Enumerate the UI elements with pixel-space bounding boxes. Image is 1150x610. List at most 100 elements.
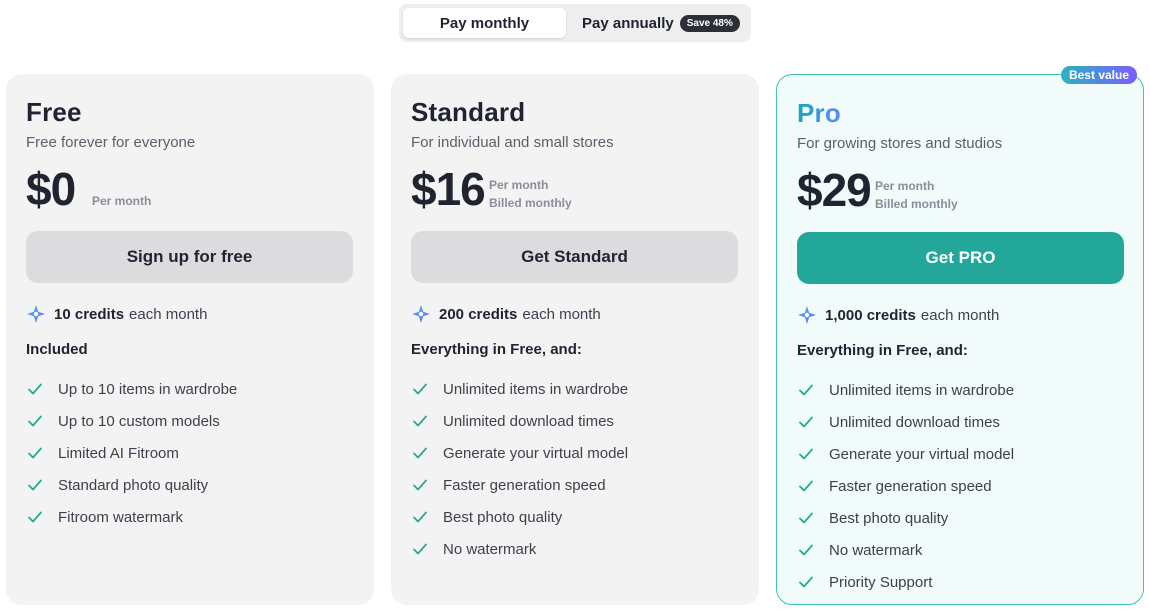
credits-suffix: each month [522,305,601,323]
feature-text: Standard photo quality [58,476,209,494]
credits-amount: 1,000 credits [825,306,916,324]
feature-item: No watermark [411,533,628,565]
check-icon [799,480,813,492]
feature-text: Faster generation speed [443,476,606,494]
feature-text: Unlimited items in wardrobe [443,380,629,398]
price-note-period: Per month [92,194,152,208]
feature-text: Fitroom watermark [58,508,184,526]
check-icon [799,384,813,396]
credits-row: 1,000 credits each month [797,305,999,325]
feature-item: Best photo quality [797,502,1014,534]
check-icon [413,415,427,427]
feature-item: Unlimited items in wardrobe [411,373,628,405]
pay-monthly-tab[interactable]: Pay monthly [403,8,566,38]
check-icon [28,479,42,491]
check-icon [28,415,42,427]
plan-description: For individual and small stores [411,134,614,151]
plan-name: Pro [797,98,841,128]
sparkle-icon [27,305,45,323]
included-title: Everything in Free, and: [411,341,582,358]
feature-text: No watermark [829,541,923,559]
credits-amount: 10 credits [54,305,125,323]
feature-item: Standard photo quality [26,469,237,501]
check-icon [28,383,42,395]
feature-item: Faster generation speed [411,469,628,501]
feature-text: Unlimited items in wardrobe [829,381,1015,399]
check-icon [799,416,813,428]
check-icon [799,448,813,460]
plan-price: $0 [26,163,76,215]
pay-annually-label: Pay annually [582,14,674,32]
plan-price: $16 [411,163,486,215]
plan-cta-button[interactable]: Get PRO [797,232,1124,284]
check-icon [413,447,427,459]
plan-cta-label: Get Standard [521,247,628,266]
check-icon [799,544,813,556]
feature-list: Up to 10 items in wardrobe Up to 10 custo… [26,373,237,533]
feature-item: Up to 10 custom models [26,405,237,437]
price-note-period: Per month [875,179,935,193]
plan-cta-label: Sign up for free [126,247,253,266]
check-icon [28,511,42,523]
feature-item: Unlimited download times [797,406,1014,438]
sparkle-icon [798,306,816,324]
feature-text: Limited AI Fitroom [58,444,179,462]
feature-text: Faster generation speed [829,477,992,495]
price-note: Per month [92,192,151,210]
included-title: Everything in Free, and: [797,342,968,359]
feature-text: Best photo quality [829,509,949,527]
check-icon [799,512,813,524]
plan-name: Free [26,97,82,127]
plan-card-free: Free Free forever for everyone $0 Per mo… [6,74,374,605]
feature-text: Best photo quality [443,508,563,526]
plan-cta-label: Get PRO [925,248,996,267]
save-badge: Save 48% [679,14,740,32]
best-value-badge: Best value [1060,66,1137,84]
feature-item: Limited AI Fitroom [26,437,237,469]
plan-name: Standard [411,97,526,127]
feature-text: Generate your virtual model [443,444,629,462]
price-note-period: Per month [489,178,549,192]
plan-description: Free forever for everyone [26,134,196,151]
feature-list: Unlimited items in wardrobe Unlimited dow… [411,373,628,565]
feature-item: No watermark [797,534,1014,566]
feature-item: Priority Support [797,566,1014,598]
feature-item: Unlimited download times [411,405,628,437]
price-note: Per month Billed monthly [489,176,572,212]
price-note: Per month Billed monthly [875,177,958,213]
credits-row: 200 credits each month [411,304,601,324]
feature-text: Up to 10 items in wardrobe [58,380,238,398]
feature-text: Unlimited download times [443,412,614,430]
credits-row: 10 credits each month [26,304,207,324]
feature-item: Generate your virtual model [797,438,1014,470]
feature-item: Faster generation speed [797,470,1014,502]
plan-description: For growing stores and studios [797,135,1003,152]
billing-toggle: Pay monthly Pay annually Save 48% [399,4,751,42]
plan-cta-button[interactable]: Sign up for free [26,231,353,283]
check-icon [413,511,427,523]
check-icon [799,576,813,588]
check-icon [413,479,427,491]
feature-item: Unlimited items in wardrobe [797,374,1014,406]
check-icon [413,383,427,395]
feature-list: Unlimited items in wardrobe Unlimited dow… [797,374,1014,598]
feature-item: Fitroom watermark [26,501,237,533]
feature-text: Generate your virtual model [829,445,1015,463]
feature-text: Unlimited download times [829,413,1000,431]
credits-suffix: each month [920,306,1000,324]
plan-price: $29 [797,164,872,216]
plan-card-standard: Standard For individual and small stores… [391,74,759,605]
credits-amount: 200 credits [439,305,518,323]
feature-item: Generate your virtual model [411,437,628,469]
included-title: Included [26,341,88,358]
plan-cta-button[interactable]: Get Standard [411,231,738,283]
feature-item: Best photo quality [411,501,628,533]
check-icon [413,543,427,555]
feature-text: Up to 10 custom models [58,412,220,430]
pay-monthly-label: Pay monthly [439,14,530,32]
price-note-billing: Billed monthly [875,197,958,211]
feature-text: Priority Support [829,573,933,591]
credits-suffix: each month [129,305,208,323]
sparkle-icon [412,305,430,323]
pay-annually-tab[interactable]: Pay annually Save 48% [582,8,747,38]
